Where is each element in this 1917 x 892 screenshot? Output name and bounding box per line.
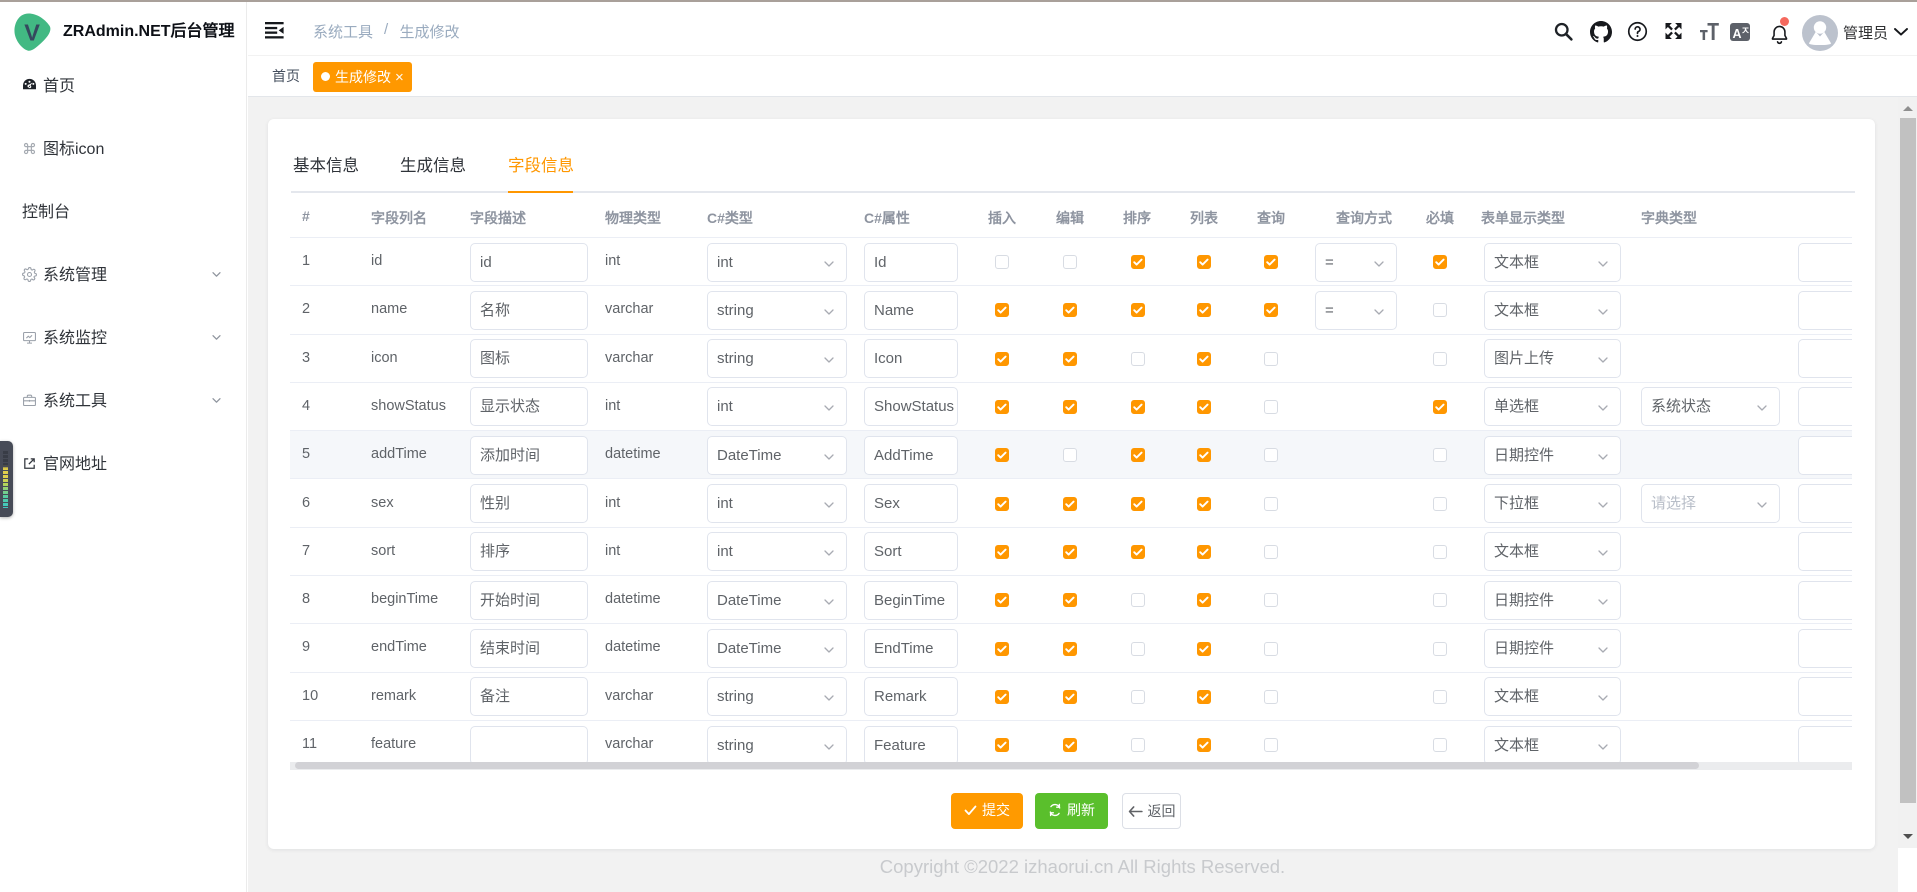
svg-text:V: V [24, 20, 40, 46]
svg-text:A: A [1733, 27, 1742, 41]
